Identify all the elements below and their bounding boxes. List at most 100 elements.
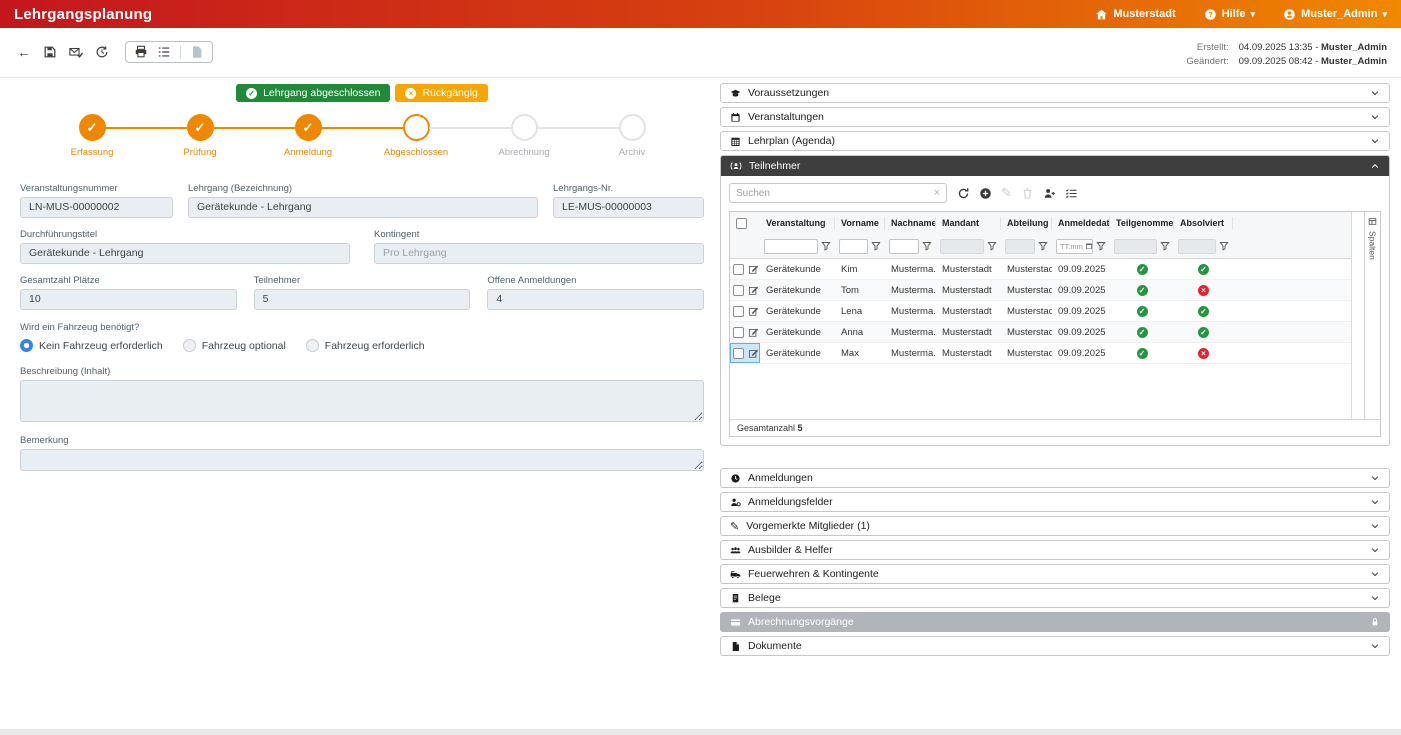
gesamtzahl-plaetze-field[interactable]: 10 [20,289,237,310]
radio-fahrzeug-erforderlich[interactable]: Fahrzeug erforderlich [306,339,425,352]
edit-row-icon[interactable] [748,327,759,338]
add-circle-icon[interactable] [979,187,992,200]
accordion-label: Voraussetzungen [748,87,829,99]
step-label: Abrechnung [470,147,578,158]
radio-kein-fahrzeug-erforderlich[interactable]: Kein Fahrzeug erforderlich [20,339,163,352]
accordion-ausbilder-helfer[interactable]: Ausbilder & Helfer [720,540,1390,560]
accordion-dokumente[interactable]: Dokumente [720,636,1390,656]
step-circle [403,114,430,141]
accordion-vorgemerkte-mitglieder-1[interactable]: ✎Vorgemerkte Mitglieder (1) [720,516,1390,536]
filter-input-mandant [940,239,984,254]
chevron-down-icon [1370,593,1380,603]
cell-nachname: Musterma... [885,285,936,296]
offene-anmeldungen-field[interactable]: 4 [487,289,704,310]
person-add-icon[interactable] [1043,187,1056,200]
row-checkbox[interactable] [733,264,744,275]
column-header-veranstaltung[interactable]: Veranstaltung [760,217,835,230]
lehrgang-abgeschlossen-button[interactable]: ✓ Lehrgang abgeschlossen [236,84,390,102]
edit-row-icon[interactable] [748,348,759,359]
calendar-icon[interactable] [1085,242,1093,250]
search-box: × [729,183,947,203]
bemerkung-textarea[interactable] [20,449,704,471]
kontingent-field[interactable]: Pro Lehrgang [374,243,704,264]
total-label: Gesamtanzahl [737,423,795,433]
vertical-scrollbar[interactable] [1352,212,1364,419]
accordion-anmeldungen[interactable]: Anmeldungen [720,468,1390,488]
list-check-icon[interactable] [1065,187,1078,200]
radio-fahrzeug-optional[interactable]: Fahrzeug optional [183,339,286,352]
back-icon[interactable]: ← [17,44,31,60]
column-header-mandant[interactable]: Mandant [936,217,1001,230]
edit-row-icon[interactable] [748,285,759,296]
filter-funnel-icon[interactable] [922,241,932,251]
print-icon[interactable] [134,45,148,59]
help-menu[interactable]: ? Hilfe ▾ [1204,8,1255,21]
filter-funnel-icon[interactable] [1219,241,1229,251]
edit-row-icon[interactable] [748,264,759,275]
clear-search-icon[interactable]: × [934,187,940,199]
accordion-lehrplan-agenda[interactable]: Lehrplan (Agenda) [720,131,1390,151]
column-header-nachname[interactable]: Nachname [885,217,936,230]
filter-input-nachname[interactable] [889,239,919,254]
accordion-label: Anmeldungsfelder [748,496,833,508]
column-header-absolviert[interactable]: Absolviert [1174,217,1233,230]
search-input[interactable] [736,188,934,199]
cell-mandant: Musterstadt [936,327,1001,338]
filter-date-anmeldedatum[interactable]: TT.mm [1056,239,1093,254]
row-checkbox[interactable] [733,285,744,296]
row-checkbox[interactable] [733,306,744,317]
file-icon [190,45,204,59]
table-row[interactable]: GerätekundeLenaMusterma...MusterstadtMus… [730,301,1351,322]
app-header: Lehrgangsplanung Musterstadt ? Hilfe ▾ M… [0,0,1401,28]
pen-icon: ✎ [730,520,739,533]
rueckgaengig-button[interactable]: × Rückgängig [395,84,487,102]
cell-vorname: Anna [835,327,885,338]
edit-row-icon[interactable] [748,306,759,317]
beschreibung-textarea[interactable] [20,380,704,422]
accordion-feuerwehren-kontingente[interactable]: Feuerwehren & Kontingente [720,564,1390,584]
row-checkbox[interactable] [733,327,744,338]
table-row[interactable]: GerätekundeTomMusterma...MusterstadtMust… [730,280,1351,301]
person-field-icon [730,497,741,508]
accordion-veranstaltungen[interactable]: Veranstaltungen [720,107,1390,127]
cell-vorname: Kim [835,264,885,275]
table-row[interactable]: GerätekundeAnnaMusterma...MusterstadtMus… [730,322,1351,343]
lehrgangs-nr-field[interactable]: LE-MUS-00000003 [553,197,704,218]
total-count: 5 [798,423,803,433]
filter-funnel-icon[interactable] [1096,241,1106,251]
row-checkbox[interactable] [733,348,744,359]
accordion-belege[interactable]: Belege [720,588,1390,608]
table-row[interactable]: GerätekundeKimMusterma...MusterstadtMust… [730,259,1351,280]
tenant-menu[interactable]: Musterstadt [1095,8,1175,21]
cell-vorname: Lena [835,306,885,317]
accordion-anmeldungsfelder[interactable]: Anmeldungsfelder [720,492,1390,512]
save-icon[interactable] [43,45,57,59]
lehrgang-bezeichnung-field[interactable]: Gerätekunde - Lehrgang [188,197,538,218]
list-icon[interactable] [157,45,171,59]
accordion-teilnehmer[interactable]: Teilnehmer [721,156,1389,176]
column-header-teilgenommen[interactable]: Teilgenommen [1110,217,1174,230]
table-row[interactable]: GerätekundeMaxMusterma...MusterstadtMust… [730,343,1351,364]
filter-funnel-icon[interactable] [821,241,831,251]
user-menu[interactable]: Muster_Admin ▾ [1283,8,1387,21]
filter-funnel-icon[interactable] [1160,241,1170,251]
veranstaltungsnummer-field[interactable]: LN-MUS-00000002 [20,197,173,218]
filter-funnel-icon[interactable] [987,241,997,251]
document-icon [730,641,741,652]
filter-input-vorname[interactable] [839,239,868,254]
spalten-tab[interactable]: Spalten [1364,212,1380,419]
filter-funnel-icon[interactable] [871,241,881,251]
filter-funnel-icon[interactable] [1038,241,1048,251]
select-all-checkbox[interactable] [736,218,747,229]
refresh-icon[interactable] [957,187,970,200]
column-header-abteilung[interactable]: Abteilung [1001,217,1052,230]
column-header-vorname[interactable]: Vorname [835,217,885,230]
modified-user: Muster_Admin [1321,56,1387,67]
mail-check-icon[interactable] [69,45,83,59]
teilnehmer-field[interactable]: 5 [254,289,471,310]
accordion-voraussetzungen[interactable]: Voraussetzungen [720,83,1390,103]
durchfuehrungstitel-field[interactable]: Gerätekunde - Lehrgang [20,243,350,264]
column-header-anmeldedatum[interactable]: Anmeldedatum [1052,217,1110,230]
history-icon[interactable] [95,45,109,59]
filter-input-veranstaltung[interactable] [764,239,818,254]
